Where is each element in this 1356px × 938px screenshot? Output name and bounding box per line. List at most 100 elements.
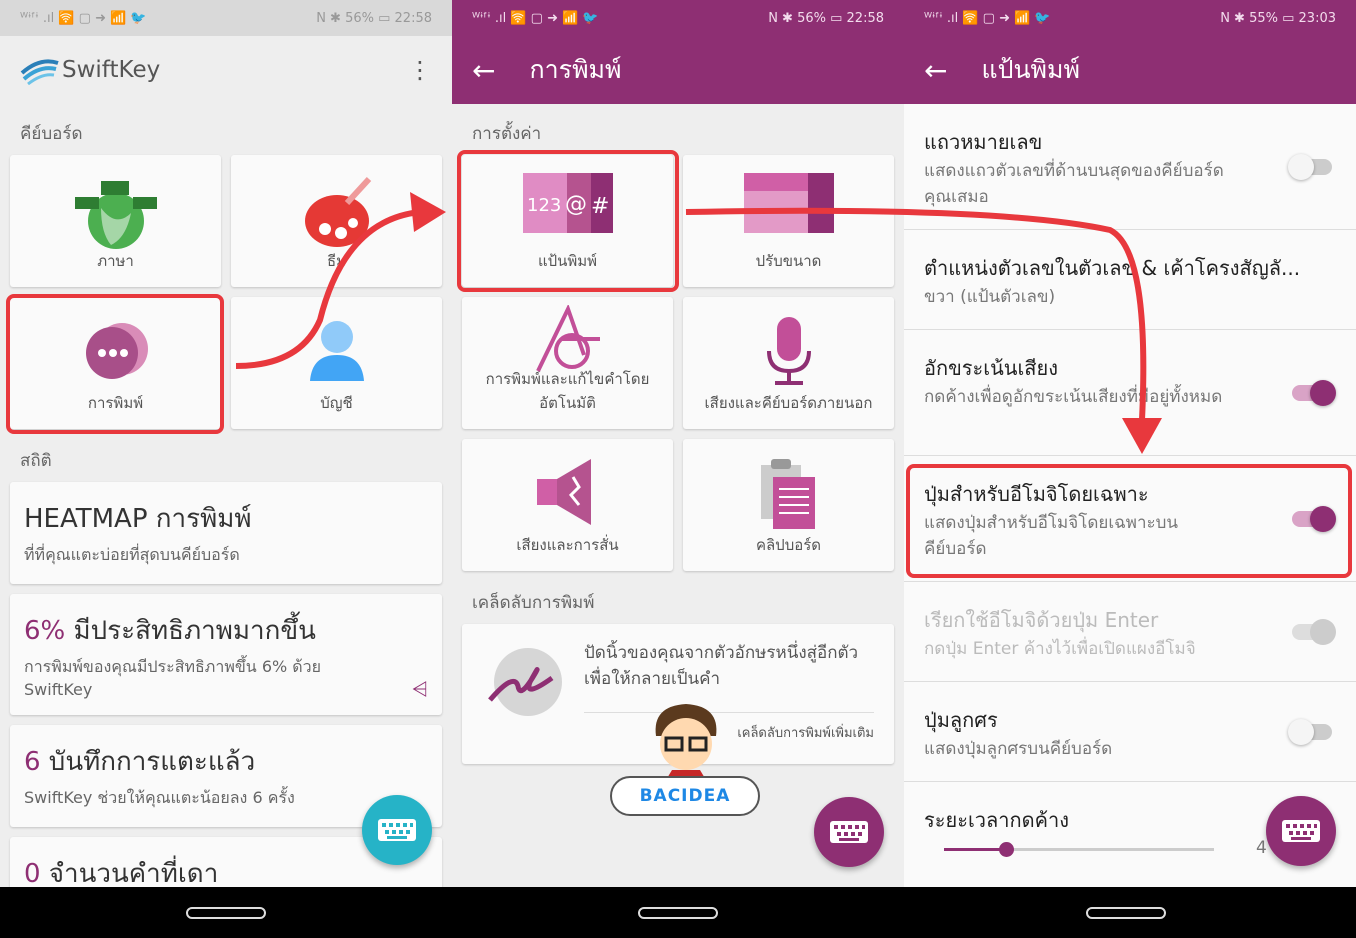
keyboard-icon: [378, 819, 416, 841]
status-icons-right: N ✱ 56% ▭ 22:58: [316, 10, 432, 26]
card-efficiency[interactable]: 6% มีประสิทธิภาพมากขึ้น การพิมพ์ของคุณมี…: [10, 594, 442, 715]
watermark-text: BACIDEA: [610, 776, 760, 816]
swipe-gesture-icon: [488, 648, 562, 716]
section-tips: เคล็ดลับการพิมพ์: [472, 593, 595, 613]
setting-desc: แสดงปุ่มลูกศรบนคีย์บอร์ด: [924, 739, 1113, 759]
keyboard-icon: [830, 821, 868, 843]
back-arrow-icon[interactable]: ←: [924, 54, 947, 87]
tile-clipboard[interactable]: คลิปบอร์ด: [683, 439, 894, 571]
app-header: SwiftKey ⋮: [0, 36, 452, 104]
tile-sound-vibration[interactable]: เสียงและการสั่น: [462, 439, 673, 571]
watermark-mascot: BACIDEA: [610, 700, 760, 820]
keyboard-settings-screen: ᵂᶤᶠᶤ .ıl 🛜 ▢ ➜ 📶 🐦 N ✱ 55% ▭ 23:03 ← แป้…: [904, 0, 1356, 887]
card-title: จำนวนคำที่เดา: [40, 859, 219, 887]
status-icons-right: N ✱ 55% ▭ 23:03: [1220, 10, 1336, 26]
setting-desc: กดปุ่ม Enter ค้างไว้เพื่อเปิดแผงอีโมจิ: [924, 639, 1196, 659]
tile-label: เสียงและการสั่น: [516, 536, 619, 554]
card-subtitle: ที่ที่คุณแตะบ่อยที่สุดบนคีย์บอร์ด: [24, 545, 240, 564]
tile-languages[interactable]: ภาษา: [10, 155, 221, 287]
long-press-slider[interactable]: [944, 842, 1214, 857]
arrow-keys-toggle[interactable]: [1288, 718, 1332, 745]
number-row-toggle[interactable]: [1288, 153, 1332, 180]
setting-enter-emoji: เรียกใช้อีโมจิด้วยปุ่ม Enter กดปุ่ม Ente…: [904, 582, 1356, 682]
highlight-typing-tile: [6, 294, 224, 434]
slider-fill: [944, 848, 1007, 851]
globe-icon: [74, 181, 157, 249]
person-icon: [309, 321, 364, 381]
status-icons-right: N ✱ 56% ▭ 22:58: [768, 10, 884, 26]
card-number: 0: [24, 859, 41, 887]
setting-desc: ขวา (แป้นตัวเลข): [924, 287, 1056, 307]
card-subtitle: การพิมพ์ของคุณมีประสิทธิภาพขึ้น 6% ด้วย …: [24, 657, 322, 699]
section-stats: สถิติ: [20, 451, 52, 471]
setting-desc: แสดงแถวตัวเลขที่ด้านบนสุดของคีย์บอร์ดคุณ…: [924, 161, 1224, 207]
status-bar: ᵂᶤᶠᶤ .ıl 🛜 ▢ ➜ 📶 🐦 N ✱ 56% ▭ 22:58: [0, 0, 452, 36]
tile-resize[interactable]: ปรับขนาด: [683, 155, 894, 287]
accents-toggle[interactable]: [1292, 379, 1336, 406]
typing-settings-screen: ᵂᶤᶠᶤ .ıl 🛜 ▢ ➜ 📶 🐦 N ✱ 56% ▭ 22:58 ← การ…: [452, 0, 904, 887]
palette-icon: [304, 176, 371, 247]
autocorrect-icon: [535, 305, 600, 372]
microphone-icon: [766, 317, 811, 385]
home-pill[interactable]: [186, 907, 266, 919]
keyboard-icon: [1282, 820, 1320, 842]
card-title: บันทึกการแตะแล้ว: [40, 747, 256, 777]
card-heatmap[interactable]: HEATMAP การพิมพ์ ที่ที่คุณแตะบ่อยที่สุดบ…: [10, 482, 442, 584]
status-bar: ᵂᶤᶠᶤ .ıl 🛜 ▢ ➜ 📶 🐦 N ✱ 56% ▭ 22:58: [452, 0, 904, 36]
home-pill[interactable]: [638, 907, 718, 919]
tile-themes[interactable]: ธีม: [231, 155, 442, 287]
tile-voice-input[interactable]: เสียงและคีย์บอร์ดภายนอก: [683, 297, 894, 429]
setting-title: ปุ่มลูกศร: [924, 708, 998, 732]
setting-title: แถวหมายเลข: [924, 130, 1043, 154]
status-icons-left: ᵂᶤᶠᶤ .ıl 🛜 ▢ ➜ 📶 🐦: [472, 10, 599, 26]
setting-title: เรียกใช้อีโมจิด้วยปุ่ม Enter: [924, 608, 1159, 632]
mascot-face-icon: [655, 704, 717, 780]
keyboard-fab-button[interactable]: [362, 795, 432, 865]
status-icons-left: ᵂᶤᶠᶤ .ıl 🛜 ▢ ➜ 📶 🐦: [924, 10, 1051, 26]
tile-label: ปรับขนาด: [755, 252, 822, 270]
card-number: 6: [24, 747, 41, 777]
share-icon[interactable]: ⩤: [412, 677, 428, 701]
speaker-icon: [536, 459, 591, 525]
card-subtitle: SwiftKey ช่วยให้คุณแตะน้อยลง 6 ครั้ง: [24, 788, 295, 807]
enter-emoji-toggle: [1292, 618, 1336, 645]
slider-thumb[interactable]: [999, 842, 1015, 857]
tip-text: ปัดนิ้วของคุณจากตัวอักษรหนึ่งสู่อีกตัวเพ…: [584, 643, 859, 689]
setting-desc: กดค้างเพื่อดูอักขระเน้นเสียงที่มีอยู่ทั้…: [924, 387, 1223, 407]
highlight-emoji-key-setting: [906, 464, 1352, 578]
card-number: 6%: [24, 616, 66, 646]
highlight-keyboard-tile: [457, 150, 679, 292]
setting-accents[interactable]: อักขระเน้นเสียง กดค้างเพื่อดูอักขระเน้นเ…: [904, 330, 1356, 456]
app-header: ← แป้นพิมพ์: [904, 36, 1356, 104]
tile-autocorrect[interactable]: การพิมพ์และแก้ไขคำโดยอัตโนมัติ: [462, 297, 673, 429]
keyboard-fab-button[interactable]: [814, 797, 884, 867]
swiftkey-logo-icon: [20, 59, 59, 85]
status-icons-left: ᵂᶤᶠᶤ .ıl 🛜 ▢ ➜ 📶 🐦: [20, 10, 147, 26]
setting-title: ตำแหน่งตัวเลขในตัวเลข & เค้าโครงสัญลั...: [924, 256, 1301, 280]
setting-title: อักขระเน้นเสียง: [924, 356, 1058, 380]
status-bar: ᵂᶤᶠᶤ .ıl 🛜 ▢ ➜ 📶 🐦 N ✱ 55% ▭ 23:03: [904, 0, 1356, 36]
keyboard-fab-button[interactable]: [1266, 796, 1336, 866]
card-title: HEATMAP การพิมพ์: [24, 504, 252, 534]
swiftkey-home-screen: ᵂᶤᶠᶤ .ıl 🛜 ▢ ➜ 📶 🐦 N ✱ 56% ▭ 22:58 Swift…: [0, 0, 452, 887]
section-settings: การตั้งค่า: [472, 124, 542, 144]
back-arrow-icon[interactable]: ←: [472, 54, 495, 87]
page-title: แป้นพิมพ์: [981, 55, 1080, 84]
home-pill[interactable]: [1086, 907, 1166, 919]
section-keyboard: คีย์บอร์ด: [20, 124, 83, 144]
card-title: มีประสิทธิภาพมากขึ้น: [65, 616, 316, 646]
app-header: ← การพิมพ์: [452, 36, 904, 104]
slider-value: 4: [1256, 838, 1267, 858]
resize-icon: [743, 173, 834, 233]
tile-label: เสียงและคีย์บอร์ดภายนอก: [704, 394, 873, 412]
setting-number-position[interactable]: ตำแหน่งตัวเลขในตัวเลข & เค้าโครงสัญลั...…: [904, 230, 1356, 330]
setting-number-row[interactable]: แถวหมายเลข แสดงแถวตัวเลขที่ด้านบนสุดของค…: [904, 104, 1356, 230]
page-title: การพิมพ์: [529, 55, 622, 84]
app-name: SwiftKey: [62, 57, 161, 83]
tile-label: บัญชี: [320, 394, 353, 412]
tile-account[interactable]: บัญชี: [231, 297, 442, 429]
tile-label: คลิปบอร์ด: [755, 536, 822, 554]
overflow-menu-icon[interactable]: ⋮: [408, 56, 432, 84]
clipboard-icon: [760, 459, 815, 529]
setting-arrow-keys[interactable]: ปุ่มลูกศร แสดงปุ่มลูกศรบนคีย์บอร์ด: [904, 682, 1356, 782]
